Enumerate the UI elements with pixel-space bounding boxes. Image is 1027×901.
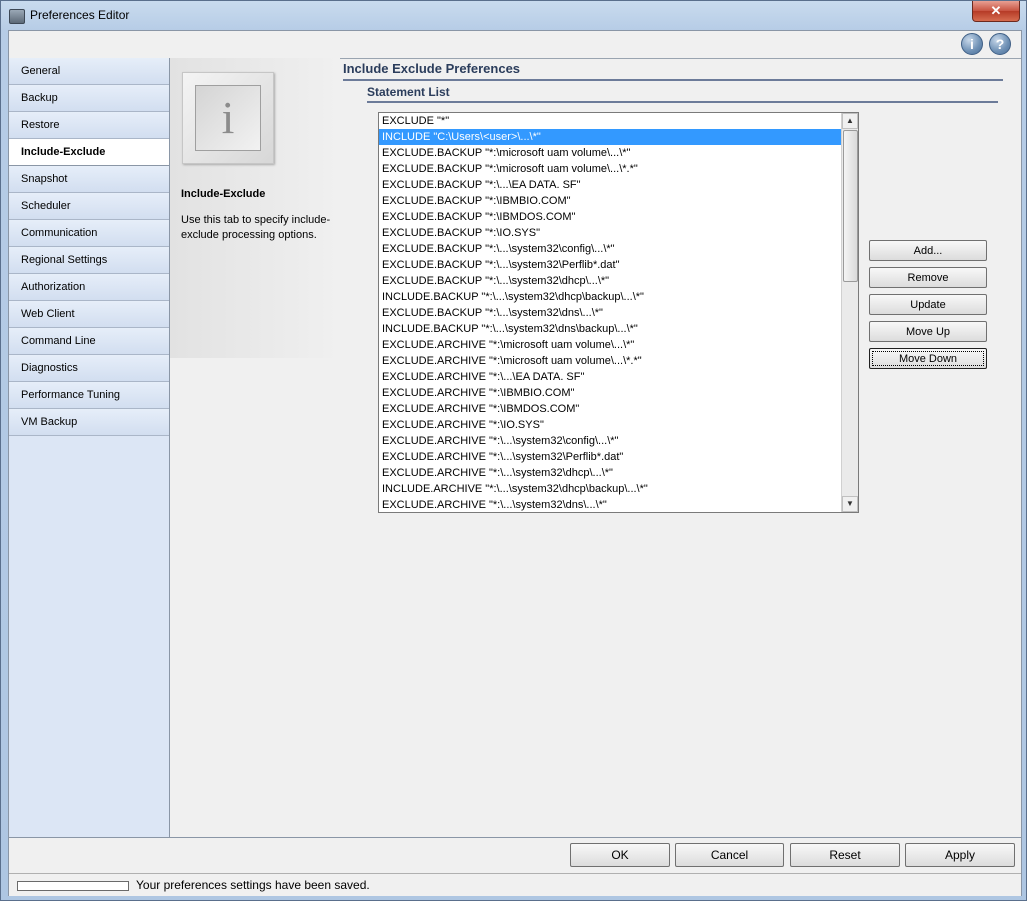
info-icon[interactable]: i — [961, 33, 983, 55]
sidebar-item-performance-tuning[interactable]: Performance Tuning — [9, 382, 169, 409]
list-item[interactable]: EXCLUDE.ARCHIVE "*:\...\system32\Perflib… — [379, 449, 841, 465]
app-icon — [9, 9, 25, 24]
info-panel: i Include-Exclude Use this tab to specif… — [170, 58, 340, 358]
info-title: Include-Exclude — [181, 188, 266, 200]
list-item[interactable]: EXCLUDE.ARCHIVE "*:\...\EA DATA. SF" — [379, 369, 841, 385]
list-item[interactable]: INCLUDE "C:\Users\<user>\...\*" — [379, 129, 841, 145]
list-item[interactable]: EXCLUDE.ARCHIVE "*:\...\system32\dns\...… — [379, 497, 841, 512]
move-up-button[interactable]: Move Up — [869, 321, 987, 342]
close-button[interactable]: ✕ — [972, 1, 1020, 22]
list-item[interactable]: EXCLUDE.ARCHIVE "*:\microsoft uam volume… — [379, 337, 841, 353]
sidebar: General Backup Restore Include-Exclude Snaps… — [9, 58, 170, 838]
info-description: Use this tab to specify include-exclude … — [181, 214, 331, 241]
list-item[interactable]: EXCLUDE.BACKUP "*:\microsoft uam volume\… — [379, 161, 841, 177]
sidebar-item-backup[interactable]: Backup — [9, 85, 169, 112]
list-item[interactable]: EXCLUDE.BACKUP "*:\IO.SYS" — [379, 225, 841, 241]
status-text: Your preferences settings have been save… — [136, 878, 370, 892]
sidebar-item-include-exclude[interactable]: Include-Exclude — [9, 139, 169, 166]
scroll-thumb[interactable] — [843, 130, 858, 282]
reset-button[interactable]: Reset — [790, 843, 900, 867]
window-title: Preferences Editor — [30, 8, 130, 22]
list-item[interactable]: EXCLUDE.ARCHIVE "*:\IBMDOS.COM" — [379, 401, 841, 417]
sidebar-item-general[interactable]: General — [9, 58, 169, 85]
sidebar-item-diagnostics[interactable]: Diagnostics — [9, 355, 169, 382]
list-item[interactable]: EXCLUDE.BACKUP "*:\...\system32\config\.… — [379, 241, 841, 257]
sidebar-item-scheduler[interactable]: Scheduler — [9, 193, 169, 220]
sidebar-item-communication[interactable]: Communication — [9, 220, 169, 247]
list-item[interactable]: EXCLUDE.BACKUP "*:\microsoft uam volume\… — [379, 145, 841, 161]
list-item[interactable]: INCLUDE.BACKUP "*:\...\system32\dhcp\bac… — [379, 289, 841, 305]
update-button[interactable]: Update — [869, 294, 987, 315]
add-button[interactable]: Add... — [869, 240, 987, 261]
section-title: Statement List — [367, 85, 998, 103]
title-bar[interactable]: Preferences Editor ✕ — [1, 1, 1026, 31]
sidebar-item-authorization[interactable]: Authorization — [9, 274, 169, 301]
sidebar-item-vm-backup[interactable]: VM Backup — [9, 409, 169, 436]
list-item[interactable]: EXCLUDE.ARCHIVE "*:\...\system32\dhcp\..… — [379, 465, 841, 481]
list-item[interactable]: EXCLUDE.BACKUP "*:\...\system32\dns\...\… — [379, 305, 841, 321]
client-area: i ? General Backup Restore Include-Exclude S… — [8, 30, 1022, 896]
sidebar-item-snapshot[interactable]: Snapshot — [9, 166, 169, 193]
ok-button[interactable]: OK — [570, 843, 670, 867]
list-item[interactable]: EXCLUDE.BACKUP "*:\...\system32\dhcp\...… — [379, 273, 841, 289]
statement-list-items: EXCLUDE "*" INCLUDE "C:\Users\<user>\...\… — [379, 113, 841, 512]
list-item[interactable]: EXCLUDE.ARCHIVE "*:\microsoft uam volume… — [379, 353, 841, 369]
status-bar: Your preferences settings have been save… — [9, 873, 1021, 896]
page-title: Include Exclude Preferences — [343, 61, 1003, 81]
list-item[interactable]: INCLUDE.BACKUP "*:\...\system32\dns\back… — [379, 321, 841, 337]
toolbar: i ? — [9, 31, 1021, 59]
list-item[interactable]: EXCLUDE.BACKUP "*:\...\EA DATA. SF" — [379, 177, 841, 193]
help-icon[interactable]: ? — [989, 33, 1011, 55]
statement-list[interactable]: EXCLUDE "*" INCLUDE "C:\Users\<user>\...\… — [378, 112, 859, 513]
info-glyph: i — [195, 85, 261, 151]
progress-bar — [17, 881, 129, 891]
vertical-scrollbar[interactable]: ▲ ▼ — [841, 113, 858, 512]
list-item[interactable]: INCLUDE.ARCHIVE "*:\...\system32\dhcp\ba… — [379, 481, 841, 497]
list-item[interactable]: EXCLUDE.BACKUP "*:\IBMBIO.COM" — [379, 193, 841, 209]
sidebar-item-restore[interactable]: Restore — [9, 112, 169, 139]
list-item[interactable]: EXCLUDE.BACKUP "*:\...\system32\Perflib*… — [379, 257, 841, 273]
preferences-window: Preferences Editor ✕ i ? General Backup Re… — [0, 0, 1027, 901]
sidebar-item-command-line[interactable]: Command Line — [9, 328, 169, 355]
list-item[interactable]: EXCLUDE.BACKUP "*:\IBMDOS.COM" — [379, 209, 841, 225]
cancel-button[interactable]: Cancel — [675, 843, 784, 867]
list-item[interactable]: EXCLUDE "*" — [379, 113, 841, 129]
scroll-up-icon[interactable]: ▲ — [842, 113, 858, 129]
move-down-button[interactable]: Move Down — [869, 348, 987, 369]
sidebar-item-regional-settings[interactable]: Regional Settings — [9, 247, 169, 274]
dialog-button-bar: OK Cancel Reset Apply — [9, 837, 1021, 874]
list-item[interactable]: EXCLUDE.ARCHIVE "*:\IBMBIO.COM" — [379, 385, 841, 401]
scroll-down-icon[interactable]: ▼ — [842, 496, 858, 512]
list-item[interactable]: EXCLUDE.ARCHIVE "*:\IO.SYS" — [379, 417, 841, 433]
info-large-icon: i — [182, 72, 274, 164]
sidebar-item-web-client[interactable]: Web Client — [9, 301, 169, 328]
list-item[interactable]: EXCLUDE.ARCHIVE "*:\...\system32\config\… — [379, 433, 841, 449]
apply-button[interactable]: Apply — [905, 843, 1015, 867]
remove-button[interactable]: Remove — [869, 267, 987, 288]
